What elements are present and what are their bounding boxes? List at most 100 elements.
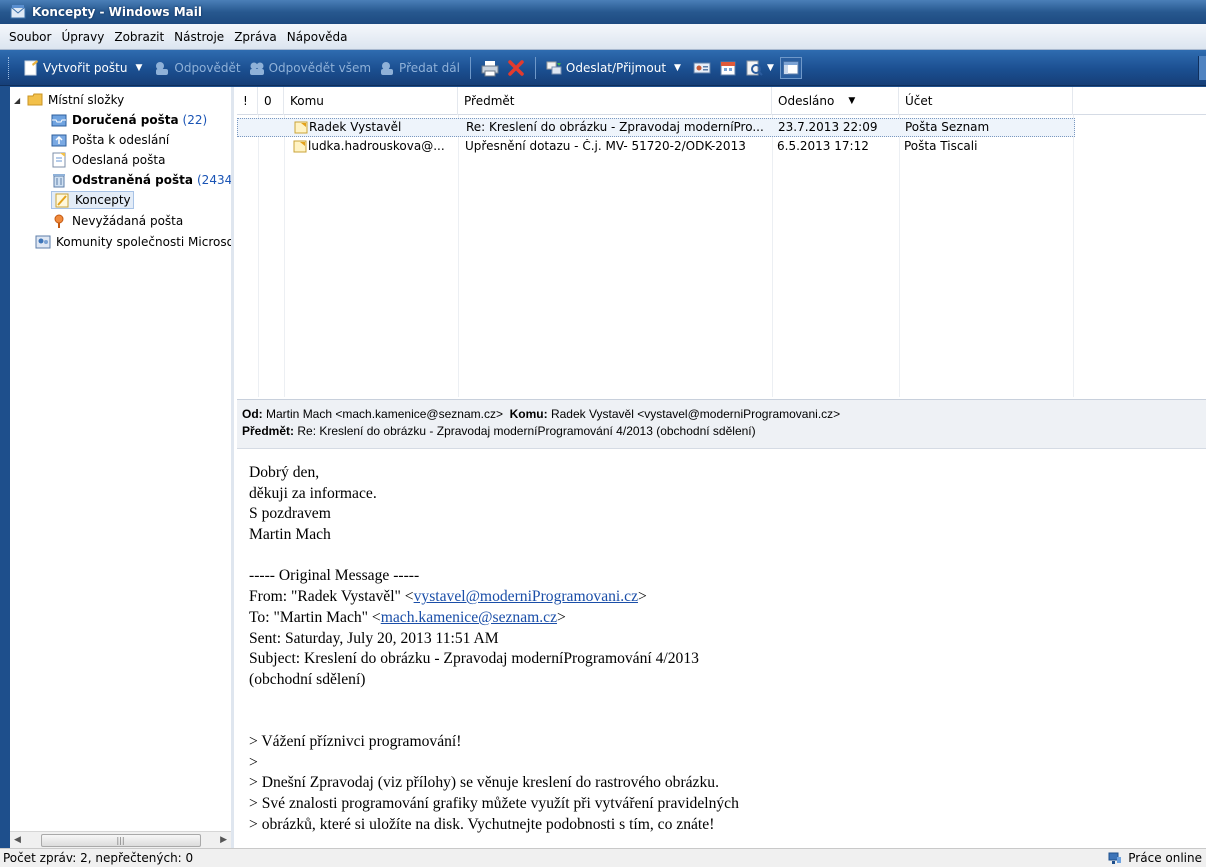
online-status-label: Práce online bbox=[1128, 851, 1202, 865]
orig-from-suffix: > bbox=[638, 588, 647, 606]
message-sent: 6.5.2013 17:12 bbox=[777, 139, 869, 153]
menu-soubor[interactable]: Soubor bbox=[4, 30, 56, 44]
windows-mail-icon bbox=[10, 5, 26, 19]
menu-napoveda[interactable]: Nápověda bbox=[282, 30, 353, 44]
find-dropdown-icon[interactable]: ▼ bbox=[767, 63, 774, 73]
new-mail-label: Vytvořit poštu bbox=[43, 60, 128, 75]
folder-communities-label: Komunity společnosti Microsoft bbox=[56, 235, 234, 249]
delete-icon bbox=[508, 59, 524, 76]
message-list: ! 0 Komu Předmět Odesláno ▼ Účet Radek V… bbox=[237, 87, 1206, 397]
forward-button[interactable]: Předat dál bbox=[375, 55, 464, 81]
scrollbar-thumb[interactable]: ||| bbox=[40, 833, 201, 847]
body-blank bbox=[249, 711, 1206, 732]
menu-zprava[interactable]: Zpráva bbox=[229, 30, 282, 44]
column-priority[interactable]: ! bbox=[237, 87, 258, 115]
message-to: Radek Vystavěl bbox=[309, 120, 402, 134]
column-divider bbox=[258, 115, 259, 397]
network-online-icon bbox=[1108, 852, 1122, 864]
folder-root-local[interactable]: ◢ Místní složky bbox=[14, 90, 124, 110]
folder-inbox-label: Doručená pošta bbox=[72, 113, 179, 127]
subject-value: Re: Kreslení do obrázku - Zpravodaj mode… bbox=[297, 424, 756, 438]
column-divider bbox=[1073, 115, 1074, 397]
column-divider bbox=[899, 115, 900, 397]
drafts-selection: Koncepty bbox=[51, 191, 134, 209]
orig-to-text: To: "Martin Mach" < bbox=[249, 608, 381, 626]
folder-root-label: Místní složky bbox=[48, 93, 125, 107]
column-sent[interactable]: Odesláno ▼ bbox=[772, 87, 899, 115]
orig-to-email-link[interactable]: mach.kamenice@seznam.cz bbox=[381, 609, 557, 626]
trash-icon bbox=[53, 174, 65, 188]
folder-item-junk[interactable]: Nevyžádaná pošta bbox=[51, 211, 183, 231]
calendar-button[interactable] bbox=[717, 57, 739, 79]
online-status[interactable]: Práce online bbox=[1108, 851, 1202, 865]
layout-icon bbox=[783, 61, 799, 74]
junk-mail-icon bbox=[54, 214, 64, 228]
menu-zobrazit[interactable]: Zobrazit bbox=[109, 30, 169, 44]
reply-icon bbox=[156, 61, 169, 75]
folder-icon bbox=[27, 93, 43, 106]
scroll-left-icon[interactable]: ◀ bbox=[14, 835, 21, 845]
layout-button[interactable] bbox=[779, 56, 802, 79]
column-subject[interactable]: Předmět bbox=[458, 87, 772, 115]
folder-deleted-count: (2434) bbox=[197, 173, 234, 187]
collapse-arrow-icon[interactable]: ◢ bbox=[14, 96, 24, 105]
message-sent: 23.7.2013 22:09 bbox=[778, 120, 878, 134]
body-line: (obchodní sdělení) bbox=[249, 670, 366, 688]
toolbar-overflow-handle[interactable] bbox=[1198, 56, 1206, 80]
contacts-button[interactable] bbox=[691, 57, 713, 79]
from-value: Martin Mach <mach.kamenice@seznam.cz> bbox=[266, 407, 503, 421]
scroll-right-icon[interactable]: ▶ bbox=[220, 835, 227, 845]
new-mail-dropdown-icon[interactable]: ▼ bbox=[135, 63, 142, 73]
preview-subject-line: Předmět: Re: Kreslení do obrázku - Zprav… bbox=[242, 423, 1206, 440]
folder-item-deleted[interactable]: Odstraněná pošta (2434) bbox=[51, 170, 234, 190]
send-receive-dropdown-icon[interactable]: ▼ bbox=[674, 63, 681, 73]
message-subject: Upřesnění dotazu - Č.j. MV- 51720-2/ODK-… bbox=[465, 139, 746, 153]
column-attachment[interactable]: 0 bbox=[258, 87, 284, 115]
body-line: > Své znalosti programování grafiky může… bbox=[249, 795, 739, 812]
folder-pane-scrollbar[interactable]: ◀ ||| ▶ bbox=[10, 831, 231, 848]
body-line: > obrázků, které si uložíte na disk. Vyc… bbox=[249, 815, 715, 833]
body-line: Subject: Kreslení do obrázku - Zpravodaj… bbox=[249, 650, 699, 668]
new-mail-button[interactable]: Vytvořit poštu bbox=[19, 55, 131, 81]
toolbar-separator bbox=[469, 56, 471, 79]
toolbar-grip[interactable] bbox=[8, 56, 11, 79]
calendar-icon bbox=[720, 61, 736, 75]
folder-item-communities[interactable]: Komunity společnosti Microsoft bbox=[35, 232, 234, 252]
send-receive-button[interactable]: Odeslat/Přijmout bbox=[542, 55, 670, 81]
body-line: děkuji za informace. bbox=[249, 484, 377, 502]
draft-message-icon bbox=[294, 121, 308, 134]
title-bar: Koncepty - Windows Mail bbox=[0, 0, 1206, 24]
body-line: > Dnešní Zpravodaj (viz přílohy) se věnu… bbox=[249, 774, 719, 792]
menu-upravy[interactable]: Úpravy bbox=[56, 30, 109, 44]
folder-item-outbox[interactable]: Pošta k odeslání bbox=[51, 130, 169, 150]
orig-from-email-link[interactable]: vystavel@moderniProgramovani.cz bbox=[414, 588, 638, 605]
message-row[interactable]: Radek Vystavěl Re: Kreslení do obrázku -… bbox=[237, 118, 1075, 137]
delete-button[interactable] bbox=[505, 57, 527, 79]
column-divider bbox=[772, 115, 773, 397]
folder-deleted-label: Odstraněná pošta bbox=[72, 173, 193, 187]
column-account[interactable]: Účet bbox=[899, 87, 1073, 115]
body-line-to: To: "Martin Mach" <mach.kamenice@seznam.… bbox=[249, 608, 1206, 629]
folder-item-drafts[interactable]: Koncepty bbox=[51, 190, 134, 210]
print-button[interactable] bbox=[479, 57, 501, 79]
body-line: ----- Original Message ----- bbox=[249, 567, 420, 585]
reply-all-button[interactable]: Odpovědět všem bbox=[245, 55, 375, 81]
column-to[interactable]: Komu bbox=[284, 87, 458, 115]
reply-all-label: Odpovědět všem bbox=[268, 60, 372, 75]
forward-label: Předat dál bbox=[399, 60, 460, 75]
preview-from-to-line: Od: Martin Mach <mach.kamenice@seznam.cz… bbox=[242, 406, 1206, 423]
send-receive-icon bbox=[546, 61, 562, 74]
menu-nastroje[interactable]: Nástroje bbox=[169, 30, 229, 44]
folder-item-inbox[interactable]: Doručená pošta (22) bbox=[51, 110, 207, 130]
reply-button[interactable]: Odpovědět bbox=[150, 55, 244, 81]
folder-item-sent[interactable]: Odeslaná pošta bbox=[51, 150, 165, 170]
main-area: ◢ Místní složky Doručená pošta (22) Pošt… bbox=[10, 87, 1206, 848]
reply-label: Odpovědět bbox=[174, 60, 241, 75]
folder-junk-label: Nevyžádaná pošta bbox=[72, 214, 184, 228]
message-row[interactable]: ludka.hadrouskova@... Upřesnění dotazu -… bbox=[237, 138, 1075, 157]
orig-to-suffix: > bbox=[557, 608, 566, 626]
column-sent-label: Odesláno bbox=[778, 94, 835, 108]
message-body[interactable]: Dobrý den, děkuji za informace. S pozdra… bbox=[237, 449, 1206, 848]
find-button[interactable] bbox=[743, 57, 765, 79]
message-account: Pošta Tiscali bbox=[904, 139, 978, 153]
